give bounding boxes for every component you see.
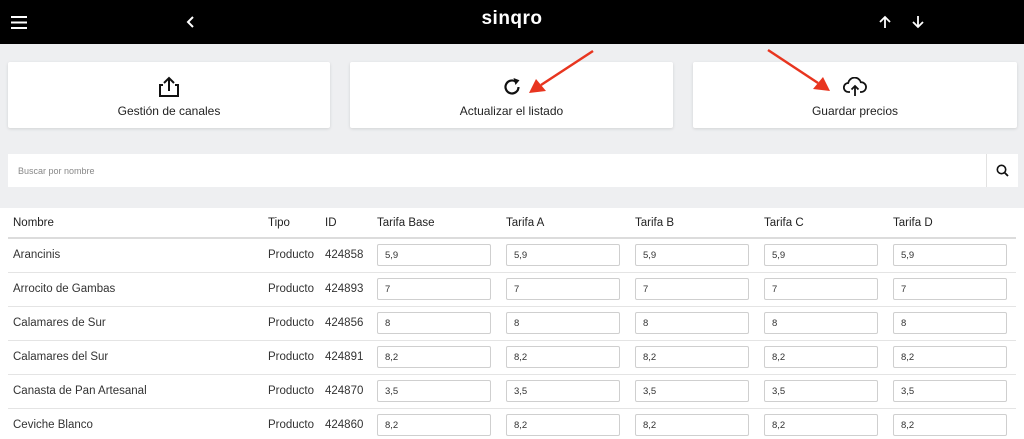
tarifa-c-input[interactable] [764, 380, 878, 402]
column-header[interactable]: Tarifa Base [372, 208, 501, 239]
tarifa-d-input[interactable] [893, 414, 1007, 436]
search-icon [996, 164, 1009, 177]
tarifa-c-input[interactable] [764, 278, 878, 300]
table-row: Ceviche Blanco Producto 424860 [8, 408, 1016, 439]
share-upload-icon [8, 74, 330, 100]
product-name-cell: Arrocito de Gambas [8, 272, 263, 307]
brand-logo: sinqro [481, 8, 543, 29]
product-type-cell: Producto [263, 374, 320, 409]
table-row: Canasta de Pan Artesanal Producto 424870 [8, 374, 1016, 409]
products-table-container: Nombre Tipo ID Tarifa Base Tarifa A Tari… [0, 208, 1024, 439]
product-id-cell: 424893 [320, 272, 372, 307]
tarifa-d-input[interactable] [893, 278, 1007, 300]
column-header[interactable]: ID [320, 208, 372, 239]
product-name-cell: Calamares del Sur [8, 340, 263, 375]
tarifa-c-input[interactable] [764, 346, 878, 368]
tarifa-b-input[interactable] [635, 278, 749, 300]
refresh-icon [350, 74, 673, 100]
gestion-canales-label: Gestión de canales [117, 104, 221, 118]
tarifa-d-input[interactable] [893, 380, 1007, 402]
column-header[interactable]: Tarifa B [630, 208, 759, 239]
column-header[interactable]: Tarifa C [759, 208, 888, 239]
table-row: Calamares de Sur Producto 424856 [8, 306, 1016, 341]
tarifa-a-input[interactable] [506, 244, 620, 267]
tarifa-b-input[interactable] [635, 244, 749, 267]
table-row: Arancinis Producto 424858 [8, 238, 1016, 273]
tarifa-a-input[interactable] [506, 414, 620, 436]
tarifa-c-input[interactable] [764, 414, 878, 436]
tarifa-d-input[interactable] [893, 312, 1007, 334]
products-table: Nombre Tipo ID Tarifa Base Tarifa A Tari… [8, 208, 1016, 439]
tarifa-d-input[interactable] [893, 244, 1007, 267]
product-id-cell: 424860 [320, 408, 372, 439]
table-row: Calamares del Sur Producto 424891 [8, 340, 1016, 375]
cloud-upload-icon [693, 74, 1017, 100]
tarifa-c-input[interactable] [764, 244, 878, 267]
search-input[interactable] [8, 154, 986, 187]
arrow-down-icon[interactable] [905, 9, 931, 35]
tarifa-base-input[interactable] [377, 278, 491, 300]
guardar-precios-label: Guardar precios [811, 104, 899, 118]
product-type-cell: Producto [263, 238, 320, 273]
product-name-cell: Canasta de Pan Artesanal [8, 374, 263, 409]
top-bar: sinqro [0, 0, 1024, 44]
table-row: Arrocito de Gambas Producto 424893 [8, 272, 1016, 307]
column-header[interactable]: Tarifa A [501, 208, 630, 239]
column-header[interactable]: Nombre [8, 208, 263, 239]
product-type-cell: Producto [263, 272, 320, 307]
product-type-cell: Producto [263, 306, 320, 341]
product-type-cell: Producto [263, 340, 320, 375]
search-bar [8, 154, 1018, 187]
tarifa-a-input[interactable] [506, 312, 620, 334]
product-id-cell: 424856 [320, 306, 372, 341]
tarifa-base-input[interactable] [377, 312, 491, 334]
tarifa-base-input[interactable] [377, 244, 491, 267]
guardar-precios-button[interactable]: Guardar precios [693, 62, 1017, 128]
tarifa-a-input[interactable] [506, 380, 620, 402]
product-name-cell: Arancinis [8, 238, 263, 273]
arrow-up-icon[interactable] [872, 9, 898, 35]
product-id-cell: 424870 [320, 374, 372, 409]
product-type-cell: Producto [263, 408, 320, 439]
tarifa-d-input[interactable] [893, 346, 1007, 368]
tarifa-base-input[interactable] [377, 414, 491, 436]
tarifa-base-input[interactable] [377, 346, 491, 368]
product-name-cell: Calamares de Sur [8, 306, 263, 341]
product-id-cell: 424858 [320, 238, 372, 273]
product-id-cell: 424891 [320, 340, 372, 375]
tarifa-b-input[interactable] [635, 414, 749, 436]
column-header[interactable]: Tarifa D [888, 208, 1016, 239]
search-button[interactable] [986, 154, 1018, 187]
tarifa-a-input[interactable] [506, 346, 620, 368]
tarifa-b-input[interactable] [635, 312, 749, 334]
tarifa-c-input[interactable] [764, 312, 878, 334]
actualizar-listado-label: Actualizar el listado [459, 104, 564, 118]
table-header-row: Nombre Tipo ID Tarifa Base Tarifa A Tari… [8, 208, 1016, 239]
product-name-cell: Ceviche Blanco [8, 408, 263, 439]
column-header[interactable]: Tipo [263, 208, 320, 239]
tarifa-b-input[interactable] [635, 380, 749, 402]
tarifa-a-input[interactable] [506, 278, 620, 300]
gestion-canales-button[interactable]: Gestión de canales [8, 62, 330, 128]
actualizar-listado-button[interactable]: Actualizar el listado [350, 62, 673, 128]
tarifa-b-input[interactable] [635, 346, 749, 368]
tarifa-base-input[interactable] [377, 380, 491, 402]
